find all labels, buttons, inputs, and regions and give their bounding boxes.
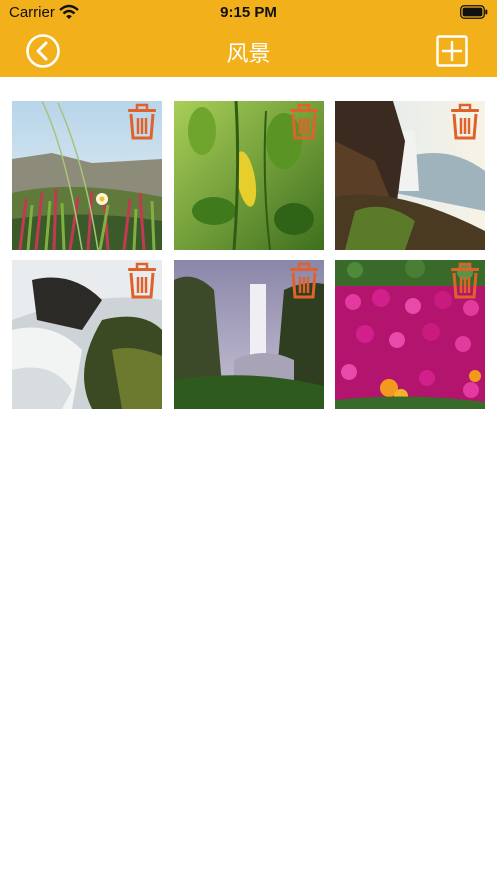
photo-tile[interactable]	[335, 101, 485, 250]
photo-tile[interactable]	[335, 260, 485, 409]
status-time: 9:15 PM	[220, 4, 277, 21]
photo-tile[interactable]	[12, 101, 162, 250]
photo-tile[interactable]	[174, 101, 324, 250]
add-square-icon[interactable]	[436, 35, 468, 67]
page-title: 风景	[226, 41, 271, 66]
trash-icon[interactable]	[448, 262, 482, 300]
photo-tile[interactable]	[174, 260, 324, 409]
trash-icon[interactable]	[287, 103, 321, 141]
trash-icon[interactable]	[125, 103, 159, 141]
navigation-bar: Carrier 9:15 PM 风景	[0, 0, 497, 77]
status-bar: Carrier 9:15 PM	[0, 0, 497, 26]
battery-icon	[460, 5, 488, 19]
trash-icon[interactable]	[125, 262, 159, 300]
trash-icon[interactable]	[287, 262, 321, 300]
photo-tile[interactable]	[12, 260, 162, 409]
trash-icon[interactable]	[448, 103, 482, 141]
